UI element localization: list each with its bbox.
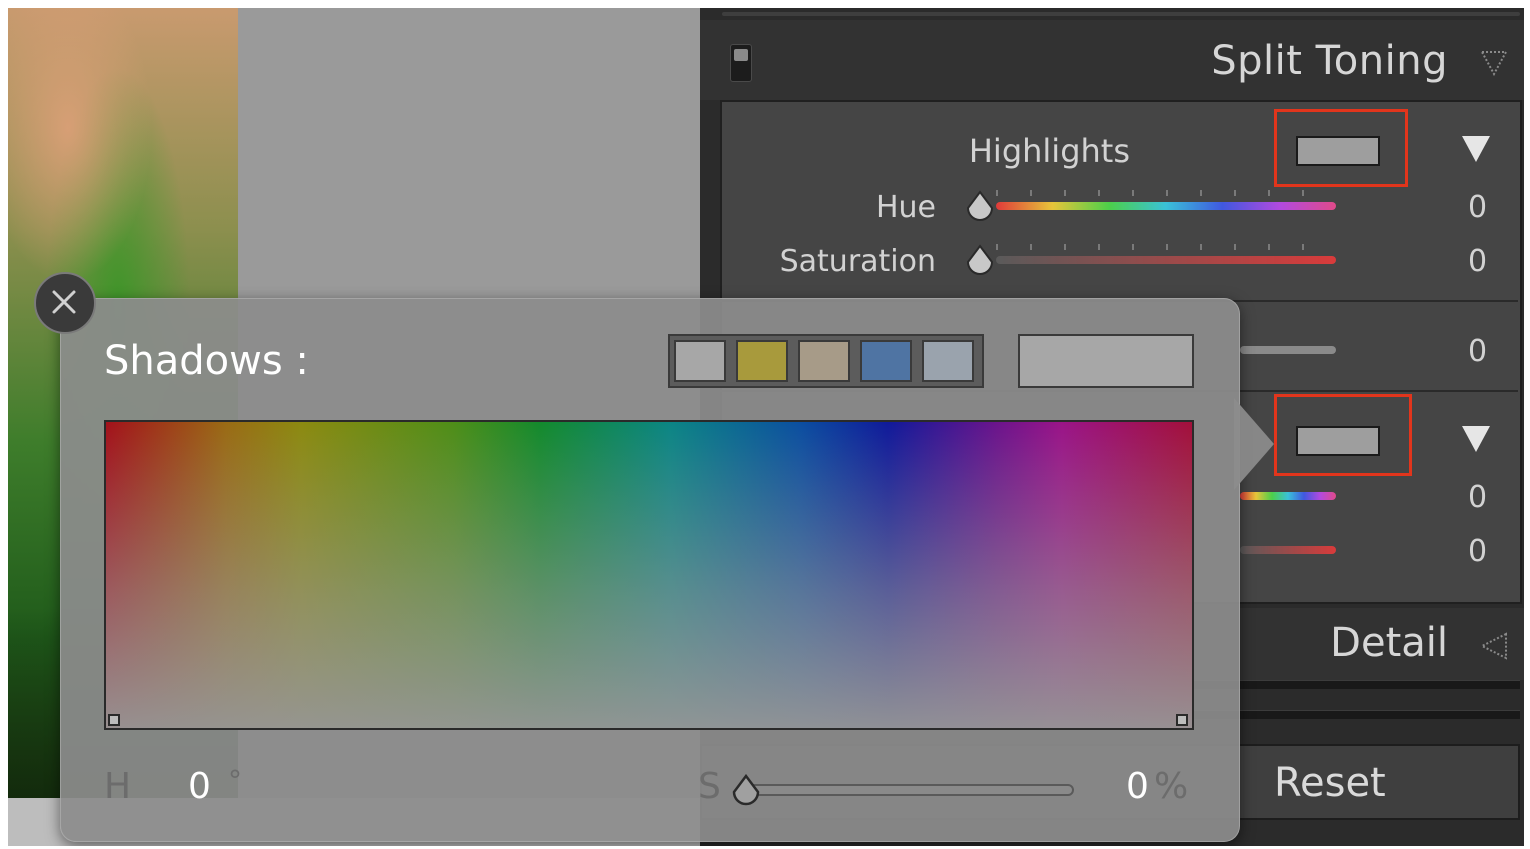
panel-title[interactable]: Split Toning [1211, 38, 1448, 84]
saturation-value[interactable]: 0 [1468, 244, 1487, 279]
popup-pointer [1234, 398, 1274, 490]
hue-slider-track[interactable] [996, 202, 1336, 210]
preset-swatch[interactable] [736, 340, 788, 382]
color-presets [668, 334, 984, 388]
shadows-hue-track[interactable] [1240, 492, 1336, 500]
panel-divider [722, 12, 1520, 16]
hue-slider-thumb[interactable] [966, 190, 994, 222]
hue-field-unit: ° [228, 764, 242, 797]
spectrum-corner-marker [1176, 714, 1188, 726]
saturation-label: Saturation [779, 244, 936, 279]
highlights-label: Highlights [968, 132, 1130, 170]
shadows-hue-value[interactable]: 0 [1468, 480, 1487, 515]
close-icon [52, 290, 76, 314]
balance-value[interactable]: 0 [1468, 334, 1487, 369]
collapse-icon[interactable] [1478, 46, 1510, 78]
expand-icon[interactable] [1478, 632, 1510, 660]
hue-field-label: H [104, 766, 132, 807]
saturation-slider-track[interactable] [996, 256, 1336, 264]
highlight-callout-box [1274, 109, 1408, 187]
shadows-dropdown-icon[interactable] [1462, 426, 1490, 452]
saturation-slider-thumb[interactable] [966, 244, 994, 276]
saturation-ticks [996, 244, 1326, 250]
hue-ticks [996, 190, 1326, 196]
preset-swatch[interactable] [922, 340, 974, 382]
popup-title: Shadows : [104, 338, 309, 384]
current-color-swatch [1018, 334, 1194, 388]
close-button[interactable] [34, 272, 96, 334]
saturation-field-unit: % [1154, 766, 1189, 807]
shadows-saturation-track[interactable] [1240, 546, 1336, 554]
hue-field-value[interactable]: 0 [188, 766, 211, 807]
popup-saturation-track[interactable] [748, 784, 1074, 796]
shadows-saturation-value[interactable]: 0 [1468, 534, 1487, 569]
popup-saturation-thumb[interactable] [732, 774, 760, 806]
spectrum-corner-marker [108, 714, 120, 726]
preset-swatch[interactable] [798, 340, 850, 382]
preset-swatch[interactable] [674, 340, 726, 382]
hue-saturation-field[interactable] [104, 420, 1194, 730]
preset-swatch[interactable] [860, 340, 912, 382]
reset-label[interactable]: Reset [1274, 760, 1386, 806]
hue-value[interactable]: 0 [1468, 190, 1487, 225]
saturation-field-value[interactable]: 0 [1126, 766, 1149, 807]
highlights-dropdown-icon[interactable] [1462, 136, 1490, 162]
saturation-field-label: S [698, 766, 721, 807]
screenshot-frame: Split Toning Highlights Hue 0 Saturation… [8, 8, 1524, 846]
balance-slider-track[interactable] [1240, 346, 1336, 354]
shadow-callout-box [1274, 394, 1412, 476]
hue-label: Hue [875, 190, 936, 225]
panel-enable-toggle[interactable] [730, 44, 752, 82]
detail-title[interactable]: Detail [1330, 620, 1448, 666]
